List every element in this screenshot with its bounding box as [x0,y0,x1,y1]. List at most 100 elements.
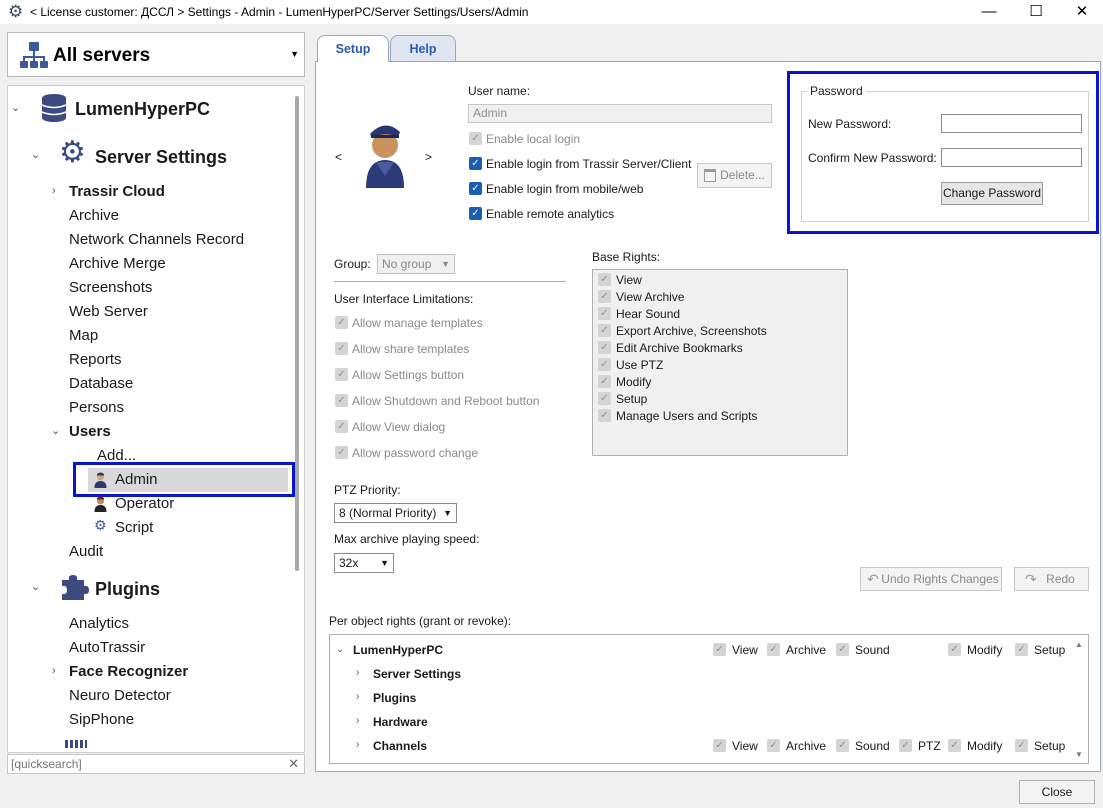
chevron-down-icon[interactable]: ⌄ [11,101,20,114]
chevron-down-icon[interactable]: ⌄ [31,580,40,593]
tree-item-server-settings[interactable]: Server Settings [95,147,227,168]
gear-icon: ⚙ [8,2,24,21]
tree-item-screenshots[interactable]: Screenshots [69,279,152,296]
obj-root-sound-checkbox[interactable]: ✓ [836,643,849,656]
chevron-right-icon[interactable]: › [356,715,359,726]
obj-root-view-checkbox[interactable]: ✓ [713,643,726,656]
right-manage-users-checkbox[interactable]: ✓ [598,409,611,422]
right-modify-checkbox[interactable]: ✓ [598,375,611,388]
chevron-right-icon[interactable]: › [356,739,359,750]
chevron-down-icon[interactable]: ⌄ [336,644,344,655]
undo-rights-label: Undo Rights Changes [881,572,999,586]
right-view-archive-checkbox[interactable]: ✓ [598,290,611,303]
allow-settings-button-checkbox[interactable]: ✓ [335,368,348,381]
enable-login-trassir-checkbox[interactable]: ✓ [469,157,482,170]
object-hardware[interactable]: Hardware [373,715,428,729]
chevron-right-icon[interactable]: › [52,185,56,197]
obj-ch-modify-checkbox[interactable]: ✓ [948,739,961,752]
enable-local-login-checkbox[interactable]: ✓ [469,132,482,145]
object-plugins[interactable]: Plugins [373,691,416,705]
obj-ch-archive-checkbox[interactable]: ✓ [767,739,780,752]
obj-ch-setup-checkbox[interactable]: ✓ [1015,739,1028,752]
obj-ch-ptz-checkbox[interactable]: ✓ [899,739,912,752]
right-view-checkbox[interactable]: ✓ [598,273,611,286]
chevron-down-icon[interactable]: ⌄ [51,424,60,437]
tree-item-reports[interactable]: Reports [69,351,122,368]
tree-item-network-channels-record[interactable]: Network Channels Record [69,231,244,248]
right-setup-checkbox[interactable]: ✓ [598,392,611,405]
allow-view-dialog-checkbox[interactable]: ✓ [335,420,348,433]
chevron-right-icon[interactable]: › [356,691,359,702]
maximize-button[interactable]: ☐ [1013,0,1059,24]
tree-item-audit[interactable]: Audit [69,543,103,560]
allow-password-change-checkbox[interactable]: ✓ [335,446,348,459]
obj-ch-sound-checkbox[interactable]: ✓ [836,739,849,752]
redo-icon: ↷ [1025,571,1037,587]
prev-user-button[interactable]: < [335,150,342,164]
quicksearch-input[interactable] [8,755,278,773]
allow-manage-templates-checkbox[interactable]: ✓ [335,316,348,329]
tree-item-database[interactable]: Database [69,375,133,392]
quicksearch-box[interactable]: ✕ [7,754,305,774]
tree-item-autotrassir[interactable]: AutoTrassir [69,639,145,656]
tree-item-sipphone[interactable]: SipPhone [69,711,134,728]
close-window-button[interactable]: ✕ [1059,0,1103,24]
scroll-up-icon[interactable]: ▲ [1075,640,1083,649]
tree-scrollbar[interactable] [295,96,299,571]
tree-item-face-recognizer[interactable]: Face Recognizer [69,663,188,680]
tree-item-map[interactable]: Map [69,327,98,344]
right-ptz-checkbox[interactable]: ✓ [598,358,611,371]
delete-user-button[interactable]: Delete... [697,163,772,188]
obj-root-modify-checkbox[interactable]: ✓ [948,643,961,656]
close-button[interactable]: Close [1019,780,1095,804]
object-server-settings[interactable]: Server Settings [373,667,461,681]
allow-share-templates-checkbox[interactable]: ✓ [335,342,348,355]
redo-button[interactable]: ↷ Redo [1014,567,1089,591]
obj-root-setup-checkbox[interactable]: ✓ [1015,643,1028,656]
tree-item-archive[interactable]: Archive [69,207,119,224]
enable-remote-analytics-checkbox[interactable]: ✓ [469,207,482,220]
tree-item-neuro-detector[interactable]: Neuro Detector [69,687,171,704]
enable-login-mobile-checkbox[interactable]: ✓ [469,182,482,195]
allow-shutdown-checkbox[interactable]: ✓ [335,394,348,407]
right-hear-sound-checkbox[interactable]: ✓ [598,307,611,320]
minimize-button[interactable]: — [966,0,1012,24]
tree-item-plugins[interactable]: Plugins [95,579,160,600]
undo-rights-button[interactable]: ↶ Undo Rights Changes [860,567,1002,591]
object-root[interactable]: LumenHyperPC [353,643,443,657]
obj-ch-view-checkbox[interactable]: ✓ [713,739,726,752]
tree-item-archive-merge[interactable]: Archive Merge [69,255,166,272]
tree-item-trassir-cloud[interactable]: Trassir Cloud [69,183,165,200]
scroll-down-icon[interactable]: ▼ [1075,750,1083,759]
tree-item-users[interactable]: Users [69,423,111,440]
change-password-button[interactable]: Change Password [941,182,1043,205]
tree-item-script[interactable]: Script [115,519,153,536]
new-password-input[interactable] [941,114,1082,133]
tree-item-root[interactable]: LumenHyperPC [75,99,210,120]
obj-root-archive-checkbox[interactable]: ✓ [767,643,780,656]
chevron-right-icon[interactable]: › [356,667,359,678]
right-bookmarks-checkbox[interactable]: ✓ [598,341,611,354]
clear-icon[interactable]: ✕ [288,756,299,772]
username-input[interactable]: Admin [468,104,772,123]
right-export-checkbox[interactable]: ✓ [598,324,611,337]
tab-help[interactable]: Help [390,35,456,61]
tree-item-persons[interactable]: Persons [69,399,124,416]
tree-item-web-server[interactable]: Web Server [69,303,148,320]
next-user-button[interactable]: > [425,150,432,164]
tree-item-admin[interactable]: Admin [115,471,158,488]
tab-setup[interactable]: Setup [317,35,389,62]
tree-item-analytics[interactable]: Analytics [69,615,129,632]
server-selector[interactable]: All servers ▼ [7,32,305,77]
ptz-priority-label: PTZ Priority: [334,483,401,497]
ptz-priority-select[interactable]: 8 (Normal Priority) ▼ [334,503,457,523]
object-rights-scrollbar[interactable]: ▲ ▼ [1071,638,1088,762]
confirm-password-label: Confirm New Password: [808,151,937,165]
chevron-down-icon[interactable]: ⌄ [31,148,40,161]
archive-speed-select[interactable]: 32x ▼ [334,553,394,573]
group-select[interactable]: No group ▼ [377,254,455,274]
confirm-password-input[interactable] [941,148,1082,167]
chevron-right-icon[interactable]: › [52,665,56,677]
object-channels[interactable]: Channels [373,739,427,753]
tree-item-operator[interactable]: Operator [115,495,174,512]
